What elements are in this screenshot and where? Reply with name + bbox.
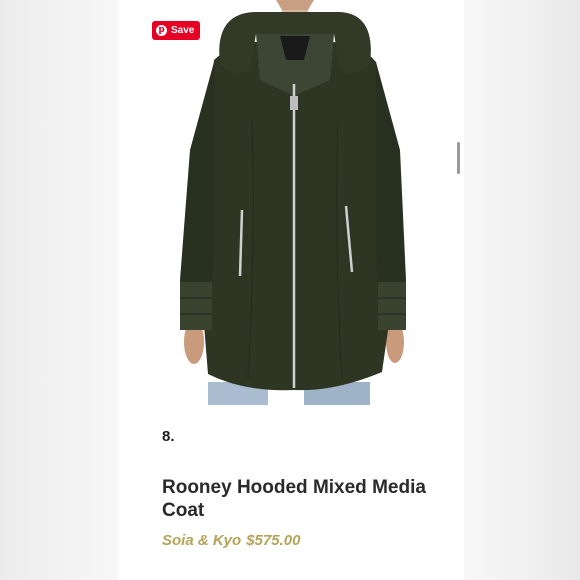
product-brand: Soia & Kyo (162, 532, 242, 549)
right-cuff (378, 282, 406, 330)
save-button-label: Save (171, 25, 195, 36)
model-chin (276, 0, 314, 10)
scrollbar-thumb[interactable] (457, 142, 460, 174)
item-number: 8. (162, 428, 175, 445)
right-margin-panel (464, 0, 580, 580)
coat-body (202, 42, 394, 391)
zipper-pull (290, 96, 298, 110)
product-title[interactable]: Rooney Hooded Mixed Media Coat (162, 476, 452, 522)
product-photo[interactable] (144, 0, 438, 405)
pinterest-icon: p (156, 25, 167, 36)
product-price: $575.00 (246, 532, 301, 549)
pinterest-save-button[interactable]: p Save (152, 21, 201, 40)
left-margin-panel (0, 0, 118, 580)
product-brand-price[interactable]: Soia & Kyo $575.00 (162, 532, 300, 549)
left-cuff (180, 282, 212, 330)
coat-illustration (180, 0, 406, 405)
